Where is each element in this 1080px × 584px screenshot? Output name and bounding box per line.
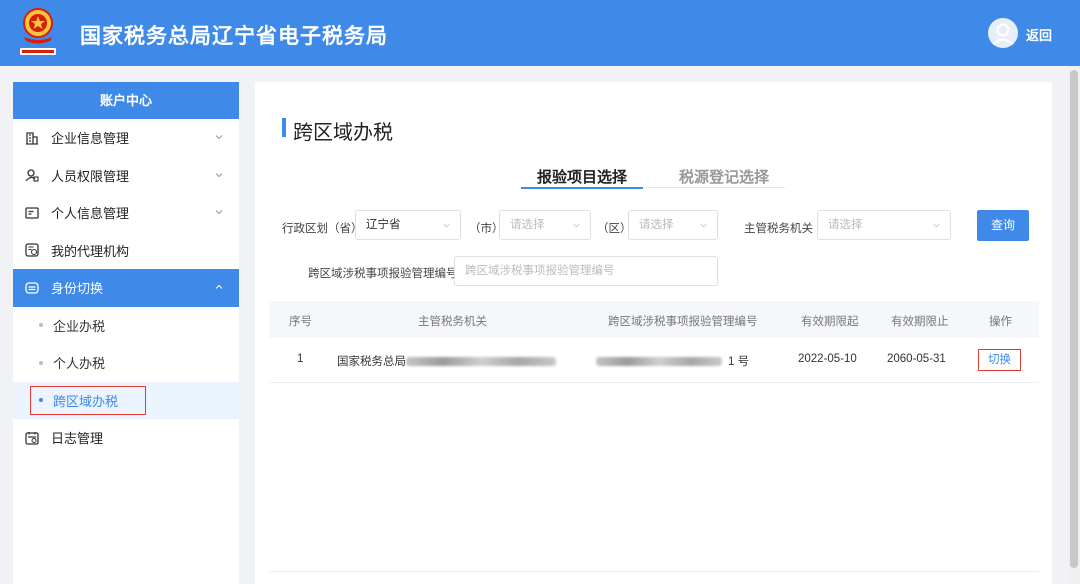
sidebar-item-label: 我的代理机构 [51,243,130,259]
back-button[interactable]: 返回 [1026,25,1052,44]
chevron-down-icon [700,223,707,228]
column-header: 主管税务机关 [418,316,487,328]
tax-emblem-icon [20,8,56,55]
table-header: 序号 主管税务机关 跨区域涉税事项报验管理编号 有效期限起 有效期限止 操作 [269,301,1039,338]
district-select[interactable]: 请选择 [628,210,718,240]
column-header: 序号 [289,316,312,328]
column-header: 跨区域涉税事项报验管理编号 [608,316,758,328]
page-title: 跨区域办税 [293,122,393,144]
redacted-text [406,357,556,367]
sidebar-item-enterprise-info[interactable]: 企业信息管理 [13,119,239,157]
row-number: 1 号 [596,353,749,369]
authority-select[interactable]: 请选择 [817,210,951,240]
sidebar-item-permissions[interactable]: 人员权限管理 [13,157,239,195]
bullet-dot [39,360,43,365]
user-avatar-icon[interactable] [988,18,1018,48]
switch-icon [25,282,39,294]
sidebar-subitem-enterprise-tax[interactable]: 企业办税 [13,307,239,345]
redacted-text [596,357,722,367]
top-header: 国家税务总局辽宁省电子税务局 返回 [0,0,1080,66]
number-placeholder: 跨区域涉税事项报验管理编号 [465,265,615,277]
sidebar-item-label: 企业信息管理 [51,131,130,147]
row-end-date: 2060-05-31 [887,353,946,365]
number-label: 跨区域涉税事项报验管理编号 [308,268,458,280]
row-start-date: 2022-05-10 [798,353,857,365]
sidebar-subitem-cross-region-tax[interactable]: 跨区域办税 [13,381,239,419]
row-authority: 国家税务总局 [337,353,556,369]
sidebar-item-label: 人员权限管理 [51,168,130,184]
row-index: 1 [297,353,304,365]
chevron-up-icon [215,284,223,289]
sidebar-item-label: 身份切换 [51,281,104,297]
query-button[interactable]: 查询 [977,210,1029,241]
tab-bar: 报验项目选择 税源登记选择 [521,166,785,189]
district-label: （区） [597,223,632,235]
region-label: 行政区划（省） [282,223,363,235]
sidebar-subitem-personal-tax[interactable]: 个人办税 [13,344,239,382]
province-select[interactable]: 辽宁省 [355,210,461,240]
chevron-down-icon [573,223,580,228]
chevron-down-icon [443,223,450,228]
app-title: 国家税务总局辽宁省电子税务局 [80,25,388,48]
sidebar-item-log[interactable]: 日志管理 [13,419,239,457]
sidebar-item-identity-switch[interactable]: 身份切换 [13,269,239,307]
sidebar-subitem-label: 个人办税 [53,356,106,372]
highlight-outline [30,385,146,415]
number-input[interactable]: 跨区域涉税事项报验管理编号 [454,256,718,286]
table-row[interactable]: 1 国家税务总局 1 号 2022-05-10 2060-05-31 切换 [269,338,1039,383]
chevron-down-icon [215,210,223,215]
authority-label: 主管税务机关 [744,223,813,235]
id-card-icon [25,207,39,219]
column-header: 操作 [989,316,1012,328]
user-lock-icon [25,169,39,182]
page-scrollbar[interactable] [1068,66,1080,584]
city-select[interactable]: 请选择 [499,210,591,240]
city-placeholder: 请选择 [510,219,545,231]
scrollbar-thumb[interactable] [1070,70,1078,568]
sidebar: 账户中心 企业信息管理 人员权限管理 个人信息管理 我的代理机构 身份切换 企业… [13,82,239,584]
sidebar-item-label: 个人信息管理 [51,206,130,222]
province-value: 辽宁省 [366,219,401,231]
column-header: 有效期限起 [801,316,859,328]
building-icon [26,132,38,145]
divider [269,571,1039,572]
district-placeholder: 请选择 [639,219,674,231]
sidebar-item-label: 日志管理 [51,431,104,447]
chevron-down-icon [215,172,223,177]
sidebar-subitem-label: 企业办税 [53,318,106,334]
switch-button[interactable]: 切换 [978,349,1021,371]
tab-active-underline [521,187,643,189]
main-panel: 跨区域办税 报验项目选择 税源登记选择 行政区划（省） 辽宁省 （市） 请选择 … [255,82,1052,584]
agency-icon [25,243,39,257]
log-icon [25,431,39,445]
authority-placeholder: 请选择 [828,219,863,231]
sidebar-item-personal-info[interactable]: 个人信息管理 [13,194,239,232]
sidebar-heading: 账户中心 [13,82,239,119]
sidebar-item-agency[interactable]: 我的代理机构 [13,232,239,270]
tab-tax-source[interactable]: 税源登记选择 [679,166,769,187]
bullet-dot [39,323,43,328]
result-table: 序号 主管税务机关 跨区域涉税事项报验管理编号 有效期限起 有效期限止 操作 1… [269,301,1039,383]
column-header: 有效期限止 [891,316,949,328]
tab-inspection-project[interactable]: 报验项目选择 [537,166,627,187]
chevron-down-icon [933,223,940,228]
chevron-down-icon [215,135,223,140]
